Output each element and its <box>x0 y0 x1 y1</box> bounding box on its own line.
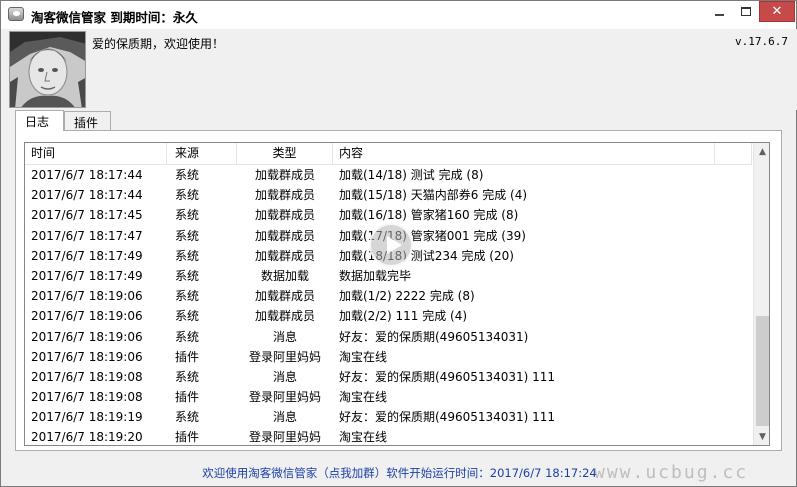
cell-time: 2017/6/7 18:17:49 <box>31 248 143 263</box>
cell-content: 数据加载完毕 <box>339 268 412 283</box>
cell-type: 加载群成员 <box>254 309 315 324</box>
scroll-up-button[interactable]: ▲ <box>754 143 769 160</box>
cell-type: 加载群成员 <box>254 289 315 304</box>
maximize-icon <box>741 7 751 16</box>
cell-time: 2017/6/7 18:19:20 <box>31 430 143 445</box>
cell-source: 系统 <box>175 208 200 223</box>
chevron-up-icon: ▲ <box>759 146 766 157</box>
version-label: v.17.6.7 <box>735 35 788 48</box>
scroll-thumb[interactable] <box>756 316 769 426</box>
cell-source: 插件 <box>175 430 200 445</box>
cell-source: 插件 <box>175 349 200 364</box>
column-header-content[interactable]: 内容 <box>333 143 715 165</box>
cell-time: 2017/6/7 18:17:47 <box>31 228 143 243</box>
play-icon <box>369 223 413 267</box>
cell-content: 好友：爱的保质期(49605134031) 111 <box>339 410 556 425</box>
cell-source: 系统 <box>175 410 200 425</box>
cell-time: 2017/6/7 18:19:06 <box>31 309 143 324</box>
table-row[interactable]: 2017/6/7 18:19:06 系统 加载群成员 加载(2/2) 111 完成 (… <box>25 306 752 326</box>
table-row[interactable]: 2017/6/7 18:19:06 系统 加载群成员 加载(1/2) 2222 完成 … <box>25 286 752 306</box>
cell-content: 加载(1/2) 2222 完成 (8) <box>339 289 475 304</box>
cell-time: 2017/6/7 18:19:06 <box>31 329 143 344</box>
maximize-button[interactable] <box>732 1 760 22</box>
cell-time: 2017/6/7 18:19:06 <box>31 349 143 364</box>
cell-type: 消息 <box>272 410 297 425</box>
cell-type: 加载群成员 <box>254 188 315 203</box>
cell-time: 2017/6/7 18:17:45 <box>31 208 143 223</box>
cell-source: 系统 <box>175 268 200 283</box>
log-rows: 2017/6/7 18:17:44 系统 加载群成员 加载(14/18) 测试 完成 … <box>25 165 752 445</box>
cell-source: 系统 <box>175 289 200 304</box>
vertical-scrollbar[interactable]: ▲ ▼ <box>753 143 769 445</box>
header-area: 爱的保质期，欢迎使用！ v.17.6.7 <box>2 29 797 110</box>
watermark-text: www.ucbug.cc <box>594 462 749 483</box>
cell-time: 2017/6/7 18:17:44 <box>31 168 143 182</box>
cell-content: 淘宝在线 <box>339 390 388 405</box>
title-bar[interactable]: 淘客微信管家 到期时间：永久 ✕ <box>1 1 796 29</box>
column-header-time[interactable]: 时间 <box>25 143 167 165</box>
welcome-text: 爱的保质期，欢迎使用！ <box>92 37 225 51</box>
cell-time: 2017/6/7 18:19:08 <box>31 369 143 384</box>
app-window: 淘客微信管家 到期时间：永久 ✕ 爱的保质期，欢迎使用！ v.17.6.7 日志… <box>0 0 797 487</box>
cell-type: 登录阿里妈妈 <box>248 390 321 405</box>
window-title: 淘客微信管家 到期时间：永久 <box>31 10 198 25</box>
log-list[interactable]: 时间 来源 类型 内容 2017/6/7 18:17:44 系统 加载群成员 加载(1… <box>24 142 770 446</box>
cell-time: 2017/6/7 18:17:49 <box>31 268 143 283</box>
table-row[interactable]: 2017/6/7 18:17:44 系统 加载群成员 加载(14/18) 测试 完成 … <box>25 165 752 185</box>
app-icon <box>8 7 24 21</box>
cell-type: 加载群成员 <box>254 208 315 223</box>
table-row[interactable]: 2017/6/7 18:19:08 插件 登录阿里妈妈 淘宝在线 <box>25 387 752 407</box>
tab-log[interactable]: 日志 <box>15 110 64 131</box>
table-row[interactable]: 2017/6/7 18:19:06 系统 消息 好友：爱的保质期(4960513403… <box>25 327 752 347</box>
cell-type: 加载群成员 <box>254 168 315 182</box>
table-row[interactable]: 2017/6/7 18:19:06 插件 登录阿里妈妈 淘宝在线 <box>25 347 752 367</box>
cell-type: 消息 <box>272 329 297 344</box>
close-button[interactable]: ✕ <box>759 1 795 22</box>
table-row[interactable]: 2017/6/7 18:19:08 系统 消息 好友：爱的保质期(4960513403… <box>25 367 752 387</box>
cell-content: 淘宝在线 <box>339 349 388 364</box>
scroll-down-button[interactable]: ▼ <box>754 428 769 445</box>
table-row[interactable]: 2017/6/7 18:19:20 插件 登录阿里妈妈 淘宝在线 <box>25 427 752 445</box>
cell-type: 加载群成员 <box>254 228 315 243</box>
cell-time: 2017/6/7 18:19:19 <box>31 410 143 425</box>
column-header-source[interactable]: 来源 <box>167 143 237 165</box>
list-header: 时间 来源 类型 内容 <box>25 143 752 165</box>
cell-type: 消息 <box>272 369 297 384</box>
cell-content: 好友：爱的保质期(49605134031) 111 <box>339 369 556 384</box>
avatar <box>9 31 86 108</box>
cell-source: 系统 <box>175 248 200 263</box>
cell-time: 2017/6/7 18:17:44 <box>31 188 143 203</box>
cell-type: 加载群成员 <box>254 248 315 263</box>
cell-content: 好友：爱的保质期(49605134031) <box>339 329 529 344</box>
user-avatar-photo <box>10 32 85 107</box>
cell-source: 系统 <box>175 309 200 324</box>
column-header-type[interactable]: 类型 <box>237 143 333 165</box>
minimize-icon <box>714 13 724 16</box>
chevron-down-icon: ▼ <box>759 431 766 442</box>
minimize-button[interactable] <box>705 1 733 22</box>
cell-source: 系统 <box>175 188 200 203</box>
cell-source: 插件 <box>175 390 200 405</box>
tab-plugin[interactable]: 插件 <box>64 111 111 131</box>
cell-type: 登录阿里妈妈 <box>248 349 321 364</box>
close-icon: ✕ <box>771 4 783 19</box>
column-header-empty <box>715 143 752 165</box>
tab-panel-log: 时间 来源 类型 内容 2017/6/7 18:17:44 系统 加载群成员 加载(1… <box>15 130 782 451</box>
table-row[interactable]: 2017/6/7 18:19:19 系统 消息 好友：爱的保质期(4960513403… <box>25 407 752 427</box>
table-row[interactable]: 2017/6/7 18:17:49 系统 数据加载 数据加载完毕 <box>25 266 752 286</box>
cell-source: 系统 <box>175 228 200 243</box>
cell-source: 系统 <box>175 329 200 344</box>
cell-type: 登录阿里妈妈 <box>248 430 321 445</box>
cell-source: 系统 <box>175 168 200 182</box>
cell-content: 淘宝在线 <box>339 430 388 445</box>
cell-time: 2017/6/7 18:19:08 <box>31 390 143 405</box>
cell-content: 加载(14/18) 测试 完成 (8) <box>339 168 484 182</box>
cell-content: 加载(15/18) 天猫内部券6 完成 (4) <box>339 188 528 203</box>
cell-time: 2017/6/7 18:19:06 <box>31 289 143 304</box>
cell-content: 加载(16/18) 管家猪160 完成 (8) <box>339 208 519 223</box>
cell-content: 加载(2/2) 111 完成 (4) <box>339 309 468 324</box>
cell-type: 数据加载 <box>260 268 309 283</box>
table-row[interactable]: 2017/6/7 18:17:44 系统 加载群成员 加载(15/18) 天猫内部券6… <box>25 185 752 205</box>
cell-source: 系统 <box>175 369 200 384</box>
